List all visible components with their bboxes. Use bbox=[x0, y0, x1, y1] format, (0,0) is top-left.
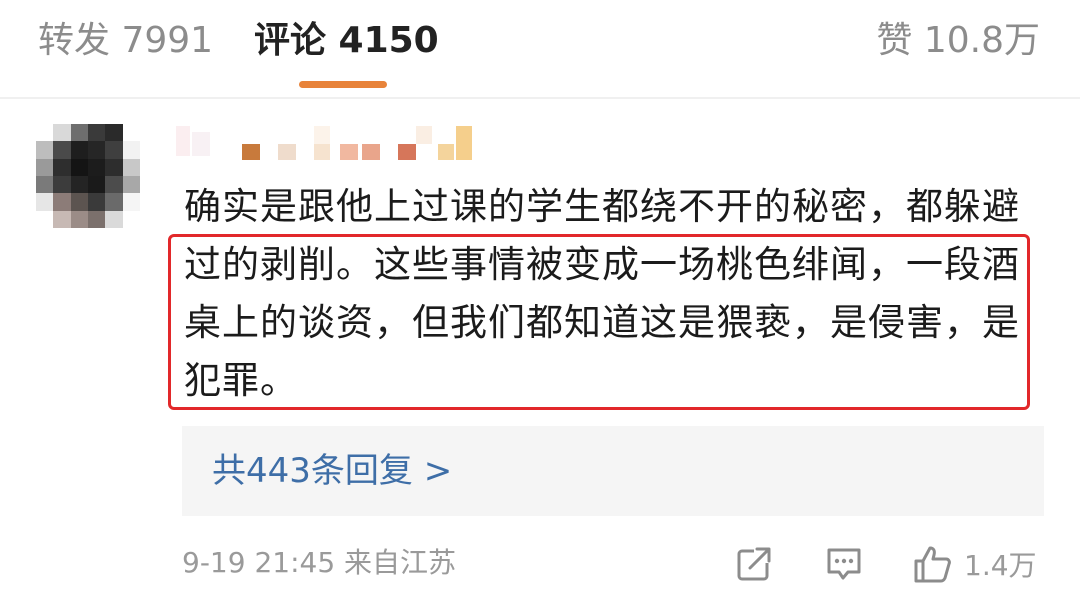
like-button[interactable]: 1.4万 bbox=[912, 540, 1037, 588]
username-pixel bbox=[398, 144, 416, 160]
avatar-pixel bbox=[88, 193, 106, 211]
avatar-pixel bbox=[70, 210, 88, 228]
avatar-pixel bbox=[122, 193, 140, 211]
username-pixelated[interactable] bbox=[176, 122, 496, 162]
avatar-pixel bbox=[88, 210, 106, 228]
avatar-pixel bbox=[36, 141, 54, 159]
thumbs-up-icon bbox=[914, 546, 951, 583]
tab-divider bbox=[0, 97, 1080, 99]
avatar-pixel bbox=[70, 193, 88, 211]
username-pixel bbox=[314, 126, 330, 144]
reply-comment-icon bbox=[827, 548, 861, 580]
tab-like[interactable]: 赞 10.8万 bbox=[876, 18, 1040, 64]
username-pixel bbox=[416, 126, 432, 144]
username-pixel bbox=[456, 126, 472, 160]
view-replies-link[interactable]: 共443条回复 > bbox=[212, 448, 452, 494]
username-pixel bbox=[278, 144, 296, 160]
username-pixel bbox=[438, 144, 454, 160]
avatar-pixel bbox=[70, 158, 88, 176]
avatar-pixel bbox=[53, 158, 71, 176]
replies-panel[interactable]: 共443条回复 > bbox=[182, 426, 1044, 516]
avatar-pixel bbox=[105, 141, 123, 159]
avatar-pixel bbox=[70, 124, 88, 142]
avatar-pixel bbox=[122, 124, 140, 142]
avatar-pixel bbox=[36, 124, 54, 142]
avatar-pixel bbox=[36, 210, 54, 228]
avatar-pixel bbox=[122, 158, 140, 176]
avatar-pixel bbox=[36, 158, 54, 176]
avatar-pixel bbox=[105, 176, 123, 194]
username-pixel bbox=[242, 144, 260, 160]
avatar-pixel bbox=[53, 124, 71, 142]
like-count: 1.4万 bbox=[964, 549, 1037, 582]
active-tab-indicator bbox=[299, 81, 387, 88]
avatar-pixel bbox=[88, 158, 106, 176]
avatar-pixel bbox=[88, 141, 106, 159]
tab-bar: 转发 7991 评论 4150 赞 10.8万 bbox=[0, 0, 1080, 97]
avatar-pixel bbox=[70, 176, 88, 194]
share-button[interactable] bbox=[734, 540, 774, 588]
avatar-pixel bbox=[122, 141, 140, 159]
tab-comment[interactable]: 评论 4150 bbox=[254, 18, 439, 64]
avatar-pixel bbox=[105, 158, 123, 176]
avatar-pixel bbox=[53, 193, 71, 211]
avatar[interactable] bbox=[36, 124, 140, 228]
avatar-pixel bbox=[122, 210, 140, 228]
avatar-pixel bbox=[36, 193, 54, 211]
username-pixel bbox=[362, 144, 380, 160]
avatar-pixel bbox=[53, 176, 71, 194]
avatar-pixel bbox=[88, 176, 106, 194]
tab-repost[interactable]: 转发 7991 bbox=[38, 18, 213, 64]
avatar-pixel bbox=[105, 210, 123, 228]
avatar-pixel bbox=[105, 193, 123, 211]
username-pixel bbox=[176, 126, 190, 156]
username-pixel bbox=[340, 144, 358, 160]
avatar-pixel bbox=[122, 176, 140, 194]
avatar-pixel bbox=[105, 124, 123, 142]
avatar-pixel bbox=[53, 210, 71, 228]
username-pixel bbox=[192, 132, 210, 156]
reply-button[interactable] bbox=[824, 540, 864, 588]
username-pixel bbox=[314, 144, 330, 160]
comment-meta: 9-19 21:45 来自江苏 bbox=[182, 546, 457, 579]
share-icon bbox=[737, 547, 772, 581]
avatar-pixel bbox=[36, 176, 54, 194]
avatar-pixel bbox=[53, 141, 71, 159]
avatar-pixel bbox=[70, 141, 88, 159]
highlight-box bbox=[168, 234, 1030, 410]
avatar-pixel bbox=[88, 124, 106, 142]
